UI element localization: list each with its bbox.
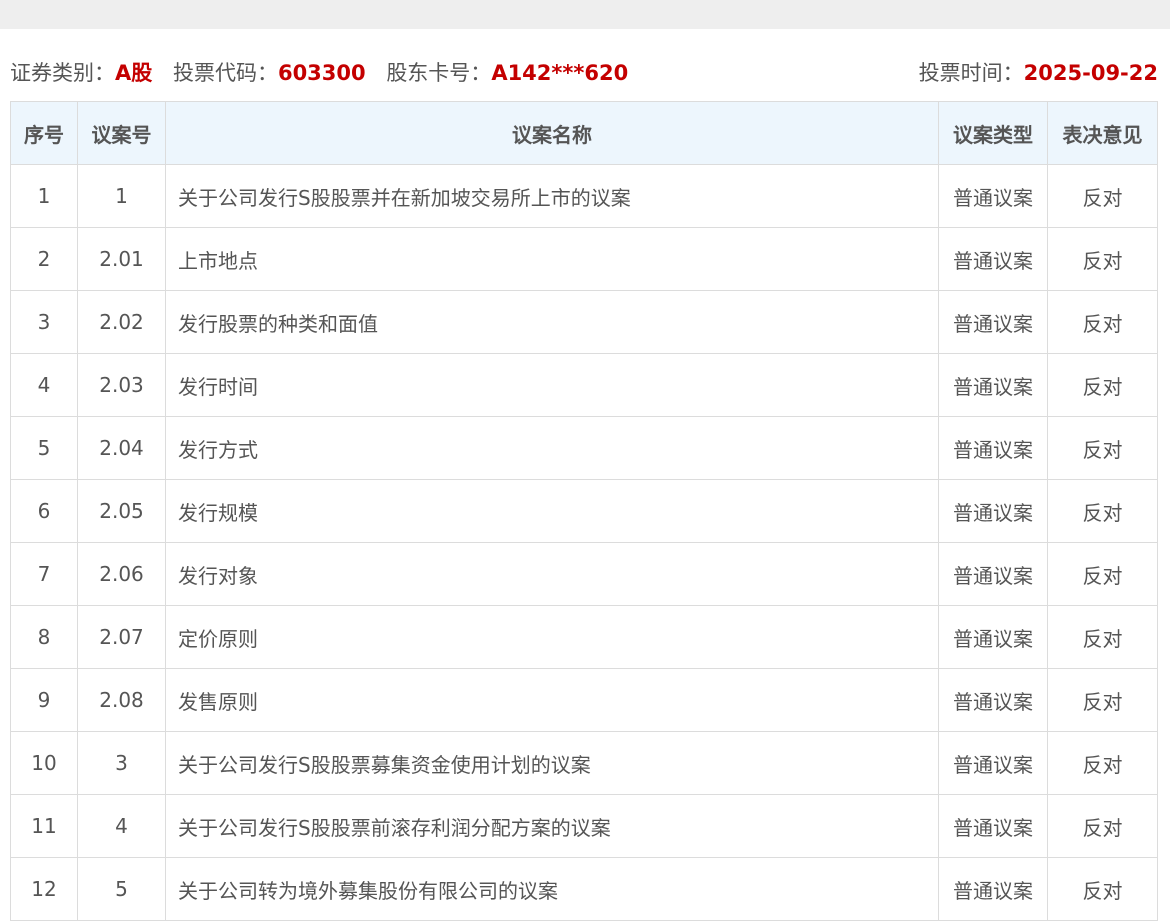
- cell-vote-opinion: 反对: [1047, 542, 1158, 606]
- shareholder-card-label: 股东卡号：: [386, 61, 492, 85]
- cell-vote-opinion: 反对: [1047, 668, 1158, 732]
- cell-vote-opinion: 反对: [1047, 227, 1158, 291]
- top-bar: [0, 0, 1170, 29]
- cell-proposal-name: 发行规模: [165, 479, 939, 543]
- cell-proposal-type: 普通议案: [938, 353, 1048, 417]
- header-proposal-no: 议案号: [77, 101, 166, 165]
- vote-info-bar: 证券类别：A股 投票代码：603300 股东卡号：A142***620 投票时间…: [10, 56, 1158, 90]
- cell-vote-opinion: 反对: [1047, 794, 1158, 858]
- cell-proposal-no: 1: [77, 164, 166, 228]
- cell-vote-opinion: 反对: [1047, 416, 1158, 480]
- cell-seq: 11: [10, 794, 78, 858]
- header-proposal-type: 议案类型: [938, 101, 1048, 165]
- cell-proposal-type: 普通议案: [938, 794, 1048, 858]
- cell-proposal-type: 普通议案: [938, 290, 1048, 354]
- table-row: 7 2.06 发行对象 普通议案 反对: [10, 542, 1158, 606]
- vote-date-value: 2025-09-22: [1023, 61, 1158, 85]
- cell-seq: 10: [10, 731, 78, 795]
- shareholder-card: 股东卡号：A142***620: [386, 56, 628, 90]
- vote-code: 投票代码：603300: [173, 56, 366, 90]
- cell-seq: 7: [10, 542, 78, 606]
- cell-proposal-type: 普通议案: [938, 857, 1048, 921]
- vote-date: 投票时间：2025-09-22: [919, 56, 1158, 90]
- vote-code-value: 603300: [277, 61, 366, 85]
- table-row: 5 2.04 发行方式 普通议案 反对: [10, 416, 1158, 480]
- cell-seq: 9: [10, 668, 78, 732]
- vote-code-label: 投票代码：: [172, 61, 278, 85]
- cell-proposal-type: 普通议案: [938, 542, 1048, 606]
- shareholder-card-value: A142***620: [491, 61, 629, 85]
- cell-proposal-name: 发行对象: [165, 542, 939, 606]
- cell-proposal-name: 发行股票的种类和面值: [165, 290, 939, 354]
- cell-proposal-type: 普通议案: [938, 164, 1048, 228]
- cell-proposal-type: 普通议案: [938, 668, 1048, 732]
- cell-proposal-no: 2.02: [77, 290, 166, 354]
- cell-proposal-name: 关于公司转为境外募集股份有限公司的议案: [165, 857, 939, 921]
- table-row: 12 5 关于公司转为境外募集股份有限公司的议案 普通议案 反对: [10, 857, 1158, 921]
- cell-seq: 4: [10, 353, 78, 417]
- security-category: 证券类别：A股: [10, 56, 152, 90]
- header-vote-opinion: 表决意见: [1047, 101, 1158, 165]
- table-row: 1 1 关于公司发行S股股票并在新加坡交易所上市的议案 普通议案 反对: [10, 164, 1158, 228]
- cell-vote-opinion: 反对: [1047, 605, 1158, 669]
- cell-vote-opinion: 反对: [1047, 290, 1158, 354]
- table-row: 10 3 关于公司发行S股股票募集资金使用计划的议案 普通议案 反对: [10, 731, 1158, 795]
- cell-proposal-type: 普通议案: [938, 731, 1048, 795]
- header-proposal-name: 议案名称: [165, 101, 939, 165]
- cell-proposal-no: 2.05: [77, 479, 166, 543]
- table-row: 2 2.01 上市地点 普通议案 反对: [10, 227, 1158, 291]
- cell-vote-opinion: 反对: [1047, 479, 1158, 543]
- vote-info-right: 投票时间：2025-09-22: [919, 56, 1158, 90]
- vote-date-label: 投票时间：: [918, 61, 1024, 85]
- cell-seq: 2: [10, 227, 78, 291]
- cell-proposal-no: 2.03: [77, 353, 166, 417]
- cell-proposal-name: 上市地点: [165, 227, 939, 291]
- table-row: 6 2.05 发行规模 普通议案 反对: [10, 479, 1158, 543]
- cell-seq: 6: [10, 479, 78, 543]
- cell-proposal-name: 发行时间: [165, 353, 939, 417]
- cell-seq: 5: [10, 416, 78, 480]
- cell-proposal-type: 普通议案: [938, 416, 1048, 480]
- cell-proposal-name: 发行方式: [165, 416, 939, 480]
- table-row: 9 2.08 发售原则 普通议案 反对: [10, 668, 1158, 732]
- cell-proposal-no: 2.04: [77, 416, 166, 480]
- cell-proposal-name: 定价原则: [165, 605, 939, 669]
- security-category-value: A股: [115, 61, 153, 85]
- table-row: 8 2.07 定价原则 普通议案 反对: [10, 605, 1158, 669]
- table-body: 1 1 关于公司发行S股股票并在新加坡交易所上市的议案 普通议案 反对 2 2.01 上市地点…: [10, 164, 1158, 921]
- cell-seq: 12: [10, 857, 78, 921]
- cell-proposal-no: 2.06: [77, 542, 166, 606]
- cell-seq: 1: [10, 164, 78, 228]
- table-row: 4 2.03 发行时间 普通议案 反对: [10, 353, 1158, 417]
- cell-proposal-type: 普通议案: [938, 479, 1048, 543]
- cell-proposal-no: 5: [77, 857, 166, 921]
- cell-proposal-type: 普通议案: [938, 227, 1048, 291]
- table-row: 3 2.02 发行股票的种类和面值 普通议案 反对: [10, 290, 1158, 354]
- cell-vote-opinion: 反对: [1047, 353, 1158, 417]
- cell-seq: 3: [10, 290, 78, 354]
- cell-proposal-no: 2.01: [77, 227, 166, 291]
- cell-proposal-name: 关于公司发行S股股票并在新加坡交易所上市的议案: [165, 164, 939, 228]
- cell-proposal-name: 关于公司发行S股股票前滚存利润分配方案的议案: [165, 794, 939, 858]
- proposals-table: 序号 议案号 议案名称 议案类型 表决意见 1 1 关于公司发行S股股票并在新加坡交…: [10, 101, 1158, 921]
- cell-proposal-no: 2.08: [77, 668, 166, 732]
- cell-vote-opinion: 反对: [1047, 731, 1158, 795]
- cell-vote-opinion: 反对: [1047, 857, 1158, 921]
- table-row: 11 4 关于公司发行S股股票前滚存利润分配方案的议案 普通议案 反对: [10, 794, 1158, 858]
- cell-proposal-type: 普通议案: [938, 605, 1048, 669]
- table-header-row: 序号 议案号 议案名称 议案类型 表决意见: [10, 101, 1158, 165]
- cell-proposal-no: 4: [77, 794, 166, 858]
- cell-proposal-name: 关于公司发行S股股票募集资金使用计划的议案: [165, 731, 939, 795]
- cell-proposal-no: 2.07: [77, 605, 166, 669]
- cell-seq: 8: [10, 605, 78, 669]
- cell-proposal-no: 3: [77, 731, 166, 795]
- vote-info-left: 证券类别：A股 投票代码：603300 股东卡号：A142***620: [10, 56, 642, 90]
- header-seq: 序号: [10, 101, 78, 165]
- cell-vote-opinion: 反对: [1047, 164, 1158, 228]
- cell-proposal-name: 发售原则: [165, 668, 939, 732]
- security-category-label: 证券类别：: [10, 61, 115, 85]
